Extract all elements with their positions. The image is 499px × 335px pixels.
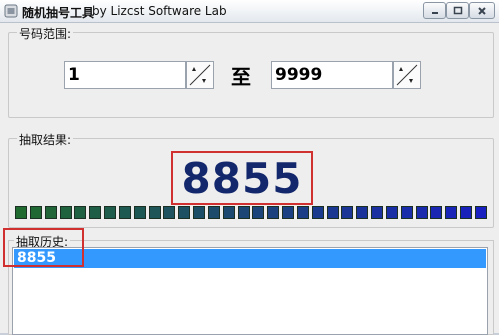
spinner-arrows-icon [189, 64, 211, 86]
progress-segment [311, 206, 324, 219]
close-button[interactable] [469, 2, 495, 19]
result-highlight: 8855 [171, 151, 313, 205]
progress-segment [193, 206, 206, 219]
history-item[interactable]: 8855 [14, 249, 486, 268]
progress-segment [341, 206, 354, 219]
progress-segment [118, 206, 131, 219]
result-group: 抽取结果: 8855 [8, 131, 494, 228]
progress-segment [296, 206, 309, 219]
progress-segment [207, 206, 220, 219]
draw-progress-bar [15, 206, 487, 219]
result-number: 8855 [181, 153, 303, 203]
result-legend: 抽取结果: [17, 131, 74, 148]
progress-segment [430, 206, 443, 219]
progress-segment [89, 206, 102, 219]
app-window: 随机抽号工具 by Lizcst Software Lab 号码范围: 1 至 … [0, 0, 499, 335]
progress-segment [282, 206, 295, 219]
progress-segment [445, 206, 458, 219]
progress-segment [385, 206, 398, 219]
progress-segment [104, 206, 117, 219]
range-group: 号码范围: 1 至 9999 [8, 25, 494, 118]
progress-segment [371, 206, 384, 219]
maximize-button[interactable] [446, 2, 469, 19]
progress-segment [356, 206, 369, 219]
progress-segment [252, 206, 265, 219]
window-subtitle: by Lizcst Software Lab [92, 4, 227, 18]
progress-segment [460, 206, 473, 219]
progress-segment [415, 206, 428, 219]
progress-segment [163, 206, 176, 219]
title-bar[interactable]: 随机抽号工具 by Lizcst Software Lab [0, 0, 499, 23]
history-highlight [3, 228, 84, 267]
progress-segment [15, 206, 27, 219]
progress-segment [178, 206, 191, 219]
minimize-button[interactable] [423, 2, 446, 19]
progress-segment [326, 206, 339, 219]
minimize-icon [431, 11, 438, 14]
max-number-input[interactable]: 9999 [271, 61, 393, 89]
spinner-arrows-icon [396, 64, 418, 86]
progress-segment [475, 206, 487, 219]
progress-segment [237, 206, 250, 219]
maximize-icon [453, 6, 462, 15]
min-number-spinner[interactable] [186, 61, 214, 89]
progress-segment [44, 206, 57, 219]
close-icon [478, 6, 486, 15]
progress-segment [29, 206, 42, 219]
max-number-spinner[interactable] [393, 61, 421, 89]
progress-segment [59, 206, 72, 219]
app-icon [4, 4, 18, 18]
range-separator: 至 [231, 65, 251, 89]
window-title: 随机抽号工具 [22, 6, 95, 20]
progress-segment [400, 206, 413, 219]
progress-segment [148, 206, 161, 219]
progress-segment [133, 206, 146, 219]
progress-segment [74, 206, 87, 219]
range-legend: 号码范围: [17, 25, 74, 42]
progress-segment [267, 206, 280, 219]
progress-segment [222, 206, 235, 219]
min-number-input[interactable]: 1 [64, 61, 186, 89]
